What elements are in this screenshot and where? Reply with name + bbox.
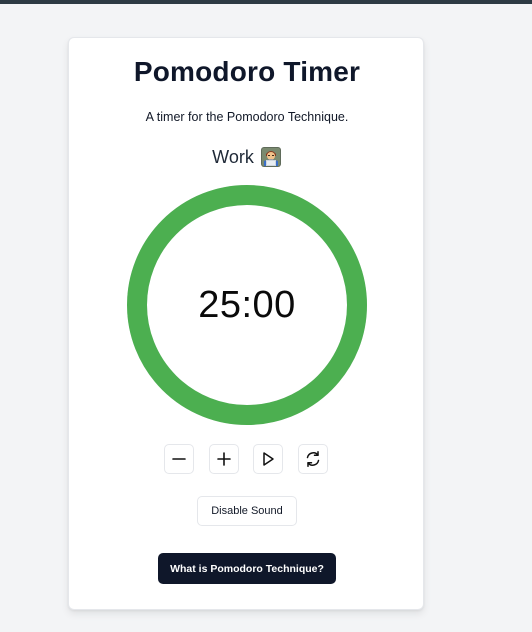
mode-label: Work: [212, 146, 254, 167]
timer-controls: [164, 444, 330, 476]
plus-icon: [217, 452, 231, 466]
increase-time-button[interactable]: [209, 444, 239, 474]
reset-button[interactable]: [298, 444, 328, 474]
toggle-sound-button[interactable]: Disable Sound: [197, 496, 297, 526]
pomodoro-card: Pomodoro Timer A timer for the Pomodoro …: [68, 37, 424, 610]
play-icon: [263, 452, 274, 466]
refresh-icon: [306, 451, 320, 467]
page-subtitle: A timer for the Pomodoro Technique.: [145, 110, 349, 124]
technologist-emoji-icon: [260, 146, 282, 168]
mode-indicator: Work: [69, 146, 425, 168]
timer-dial: 25:00: [127, 185, 367, 425]
time-remaining: 25:00: [198, 283, 296, 326]
play-button[interactable]: [253, 444, 283, 474]
decrease-time-button[interactable]: [164, 444, 194, 474]
minus-icon: [172, 458, 186, 460]
browser-top-edge: [0, 0, 532, 4]
page-title: Pomodoro Timer: [133, 56, 361, 87]
pomodoro-info-button[interactable]: What is Pomodoro Technique?: [158, 553, 336, 584]
